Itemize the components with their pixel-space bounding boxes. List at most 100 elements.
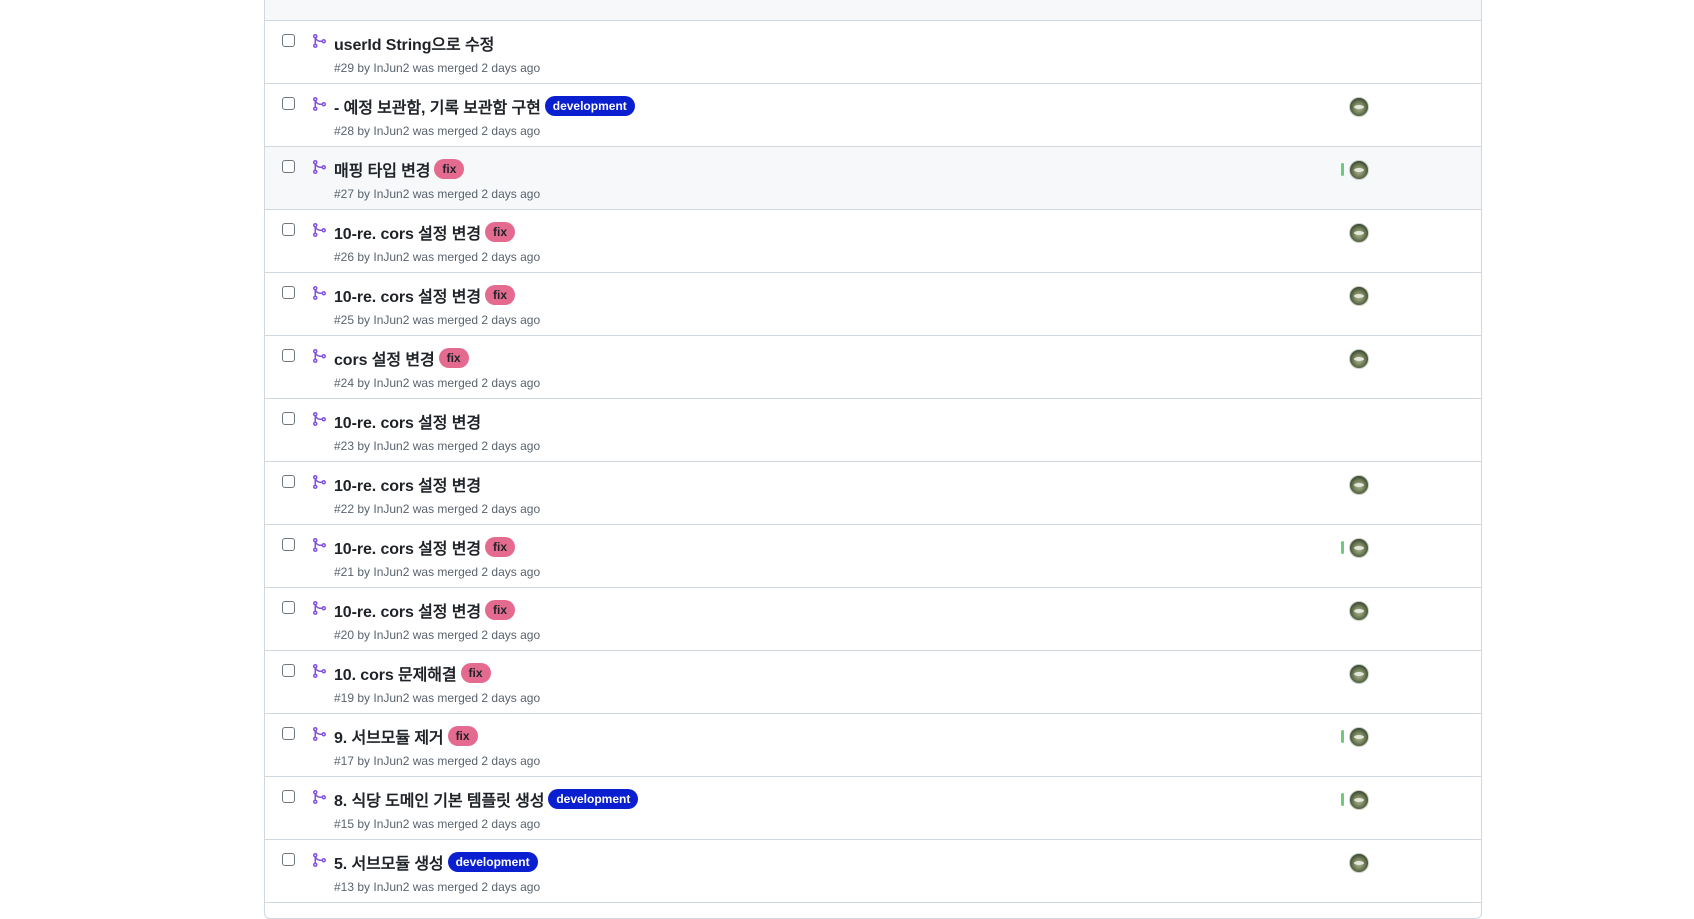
assignee-avatar[interactable] — [1349, 475, 1369, 495]
select-checkbox[interactable] — [282, 412, 295, 425]
pull-request-row[interactable]: 10. cors 문제해결 fix #19 by InJun2 was merg… — [265, 651, 1481, 714]
git-merge-icon — [313, 664, 327, 678]
select-checkbox[interactable] — [282, 160, 295, 173]
labels: fix — [481, 600, 516, 620]
git-merge-icon — [313, 223, 327, 237]
git-merge-icon — [313, 34, 327, 48]
pull-request-title[interactable]: cors 설정 변경 — [334, 346, 435, 370]
assignee-avatar[interactable] — [1349, 160, 1369, 180]
assignee-avatar[interactable] — [1349, 853, 1369, 873]
pull-request-title[interactable]: 10-re. cors 설정 변경 — [334, 472, 481, 496]
status-check-icon[interactable] — [1341, 730, 1344, 743]
assignee-avatar[interactable] — [1349, 97, 1369, 117]
pull-request-title[interactable]: 10-re. cors 설정 변경 — [334, 220, 481, 244]
git-merge-icon — [313, 475, 327, 489]
select-checkbox[interactable] — [282, 475, 295, 488]
assignee-avatar[interactable] — [1349, 538, 1369, 558]
git-merge-icon — [313, 349, 327, 363]
title-line: 10-re. cors 설정 변경 fix — [334, 535, 516, 559]
label-fix[interactable]: fix — [485, 285, 516, 305]
label-fix[interactable]: fix — [485, 537, 516, 557]
pull-request-meta: #13 by InJun2 was merged 2 days ago — [334, 880, 541, 894]
pull-request-title[interactable]: 5. 서브모듈 생성 — [334, 850, 444, 874]
labels: fix — [481, 222, 516, 242]
pull-request-title[interactable]: userId String으로 수정 — [334, 31, 494, 55]
select-checkbox[interactable] — [282, 286, 295, 299]
pull-request-row[interactable]: 5. 서브모듈 생성 development #13 by InJun2 was… — [265, 840, 1481, 903]
pull-request-meta: #28 by InJun2 was merged 2 days ago — [334, 124, 541, 138]
pull-request-row[interactable]: 9. 서브모듈 제거 fix #17 by InJun2 was merged … — [265, 714, 1481, 777]
title-line: 5. 서브모듈 생성 development — [334, 850, 538, 874]
labels: fix — [444, 726, 478, 746]
assignee-avatar[interactable] — [1349, 349, 1369, 369]
title-line: 매핑 타입 변경 fix — [334, 157, 465, 181]
select-checkbox[interactable] — [282, 853, 295, 866]
pull-request-title[interactable]: 8. 식당 도메인 기본 템플릿 생성 — [334, 787, 544, 811]
pull-request-meta: #17 by InJun2 was merged 2 days ago — [334, 754, 541, 768]
label-fix[interactable]: fix — [460, 663, 491, 683]
assignee-avatar[interactable] — [1349, 286, 1369, 306]
pull-request-row[interactable]: 10-re. cors 설정 변경 fix #21 by InJun2 was … — [265, 525, 1481, 588]
select-checkbox[interactable] — [282, 223, 295, 236]
git-merge-icon — [313, 160, 327, 174]
pull-request-meta: #20 by InJun2 was merged 2 days ago — [334, 628, 541, 642]
title-line: 9. 서브모듈 제거 fix — [334, 724, 478, 748]
assignee-avatar[interactable] — [1349, 727, 1369, 747]
assignee-avatar[interactable] — [1349, 601, 1369, 621]
pull-request-title[interactable]: - 예정 보관함, 기록 보관함 구현 — [334, 94, 541, 118]
status-check-icon[interactable] — [1341, 541, 1344, 554]
pull-request-row[interactable]: 10-re. cors 설정 변경 #22 by InJun2 was merg… — [265, 462, 1481, 525]
pull-request-title[interactable]: 10-re. cors 설정 변경 — [334, 283, 481, 307]
pull-request-meta: #19 by InJun2 was merged 2 days ago — [334, 691, 541, 705]
assignee-avatar[interactable] — [1349, 664, 1369, 684]
labels: development — [544, 789, 639, 809]
pull-request-row[interactable]: 10-re. cors 설정 변경 fix #26 by InJun2 was … — [265, 210, 1481, 273]
status-check-icon[interactable] — [1341, 163, 1344, 176]
pull-request-row[interactable]: 8. 식당 도메인 기본 템플릿 생성 development #15 by I… — [265, 777, 1481, 840]
select-checkbox[interactable] — [282, 601, 295, 614]
pull-request-row[interactable]: userId String으로 수정 #29 by InJun2 was mer… — [265, 21, 1481, 84]
assignee-avatar[interactable] — [1349, 790, 1369, 810]
pull-request-meta: #27 by InJun2 was merged 2 days ago — [334, 187, 541, 201]
labels: development — [444, 852, 538, 872]
pull-request-title[interactable]: 10-re. cors 설정 변경 — [334, 598, 481, 622]
pull-request-meta: #24 by InJun2 was merged 2 days ago — [334, 376, 541, 390]
label-fix[interactable]: fix — [438, 348, 469, 368]
label-development[interactable]: development — [548, 789, 639, 809]
pull-request-row[interactable]: 10-re. cors 설정 변경 #23 by InJun2 was merg… — [265, 399, 1481, 462]
label-fix[interactable]: fix — [434, 159, 465, 179]
pull-request-meta: #29 by InJun2 was merged 2 days ago — [334, 61, 541, 75]
label-fix[interactable]: fix — [485, 600, 516, 620]
label-development[interactable]: development — [447, 852, 538, 872]
title-line: 10. cors 문제해결 fix — [334, 661, 491, 685]
select-checkbox[interactable] — [282, 97, 295, 110]
pull-request-row[interactable]: - 예정 보관함, 기록 보관함 구현 development #28 by I… — [265, 84, 1481, 147]
select-checkbox[interactable] — [282, 34, 295, 47]
pull-request-row[interactable]: 10-re. cors 설정 변경 fix #25 by InJun2 was … — [265, 273, 1481, 336]
select-checkbox[interactable] — [282, 727, 295, 740]
pull-request-title[interactable]: 10. cors 문제해결 — [334, 661, 457, 685]
select-checkbox[interactable] — [282, 538, 295, 551]
pull-request-row[interactable]: 매핑 타입 변경 fix #27 by InJun2 was merged 2 … — [265, 147, 1481, 210]
select-checkbox[interactable] — [282, 349, 295, 362]
label-fix[interactable]: fix — [485, 222, 516, 242]
pull-request-row[interactable]: 10-re. cors 설정 변경 fix #20 by InJun2 was … — [265, 588, 1481, 651]
pull-request-title[interactable]: 10-re. cors 설정 변경 — [334, 535, 481, 559]
select-checkbox[interactable] — [282, 790, 295, 803]
labels: fix — [481, 537, 516, 557]
pull-request-list: userId String으로 수정 #29 by InJun2 was mer… — [264, 0, 1482, 919]
title-line: 10-re. cors 설정 변경 — [334, 409, 481, 433]
title-line: cors 설정 변경 fix — [334, 346, 469, 370]
assignee-avatar[interactable] — [1349, 223, 1369, 243]
pull-request-title[interactable]: 매핑 타입 변경 — [334, 157, 431, 181]
pull-request-title[interactable]: 10-re. cors 설정 변경 — [334, 409, 481, 433]
status-check-icon[interactable] — [1341, 793, 1344, 806]
label-development[interactable]: development — [544, 96, 635, 116]
labels: fix — [481, 285, 516, 305]
pull-request-row[interactable]: cors 설정 변경 fix #24 by InJun2 was merged … — [265, 336, 1481, 399]
pull-request-title[interactable]: 9. 서브모듈 제거 — [334, 724, 444, 748]
pull-request-meta: #21 by InJun2 was merged 2 days ago — [334, 565, 541, 579]
select-checkbox[interactable] — [282, 664, 295, 677]
label-fix[interactable]: fix — [447, 726, 478, 746]
labels: fix — [457, 663, 491, 683]
